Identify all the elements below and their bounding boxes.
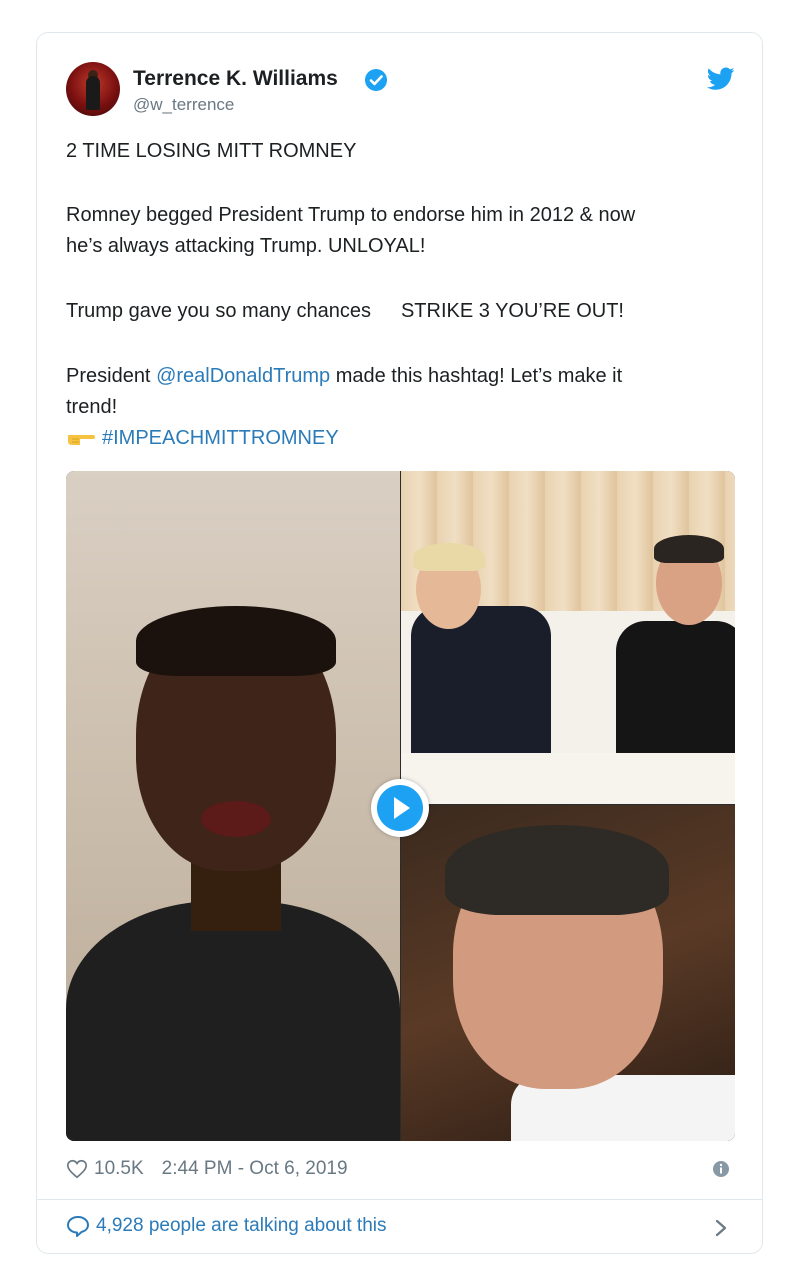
tweet-text-line: Romney begged President Trump to endorse… bbox=[66, 204, 636, 226]
video-panel-portrait bbox=[401, 805, 735, 1141]
avatar[interactable] bbox=[66, 62, 120, 116]
divider bbox=[37, 1199, 762, 1200]
tweet-text-segment: made this hashtag! Let’s make it bbox=[330, 365, 623, 387]
like-count[interactable]: 10.5K bbox=[94, 1158, 144, 1180]
tweet-text-line: he’s always attacking Trump. UNLOYAL! bbox=[66, 235, 426, 257]
hashtag-link[interactable]: #IMPEACHMITTROMNEY bbox=[102, 427, 339, 449]
timestamp[interactable]: 2:44 PM - Oct 6, 2019 bbox=[162, 1158, 348, 1180]
author-name[interactable]: Terrence K. Williams bbox=[133, 67, 338, 91]
author-handle[interactable]: @w_terrence bbox=[133, 95, 234, 115]
tweet-card[interactable]: Terrence K. Williams @w_terrence 2 TIME … bbox=[36, 32, 763, 1254]
play-icon bbox=[377, 785, 423, 831]
mention-link[interactable]: @realDonaldTrump bbox=[156, 365, 330, 387]
tweet-text-line: Trump gave you so many chances STRIKE 3 Y… bbox=[66, 296, 624, 327]
twitter-bird-icon[interactable] bbox=[707, 67, 735, 91]
hashtag-line: #IMPEACHMITTROMNEY bbox=[66, 423, 339, 454]
play-button[interactable] bbox=[371, 779, 429, 837]
tweet-text-segment: Trump gave you so many chances bbox=[66, 300, 371, 322]
tweet-text-segment: STRIKE 3 YOU’RE OUT! bbox=[400, 300, 624, 322]
tweet-meta: 10.5K 2:44 PM - Oct 6, 2019 bbox=[66, 1157, 348, 1181]
pointing-hand-emoji bbox=[68, 435, 95, 445]
heart-icon[interactable] bbox=[66, 1158, 88, 1180]
info-icon[interactable] bbox=[712, 1160, 730, 1178]
tweet-text-segment: President bbox=[66, 365, 157, 387]
conversation-label[interactable]: 4,928 people are talking about this bbox=[96, 1215, 387, 1237]
tweet-text-line: 2 TIME LOSING MITT ROMNEY bbox=[66, 140, 357, 162]
verified-badge-icon bbox=[365, 69, 387, 91]
video-thumbnail[interactable] bbox=[66, 471, 735, 1141]
chevron-right-icon[interactable] bbox=[713, 1217, 729, 1239]
video-panel-speaker bbox=[66, 471, 400, 1141]
speech-bubble-icon bbox=[67, 1216, 89, 1237]
tweet-text-line: trend! bbox=[66, 396, 118, 418]
conversation-link[interactable]: 4,928 people are talking about this bbox=[66, 1215, 387, 1237]
video-panel-dinner-photo bbox=[401, 471, 735, 804]
tweet-text-line: President @realDonaldTrump made this has… bbox=[66, 361, 622, 392]
